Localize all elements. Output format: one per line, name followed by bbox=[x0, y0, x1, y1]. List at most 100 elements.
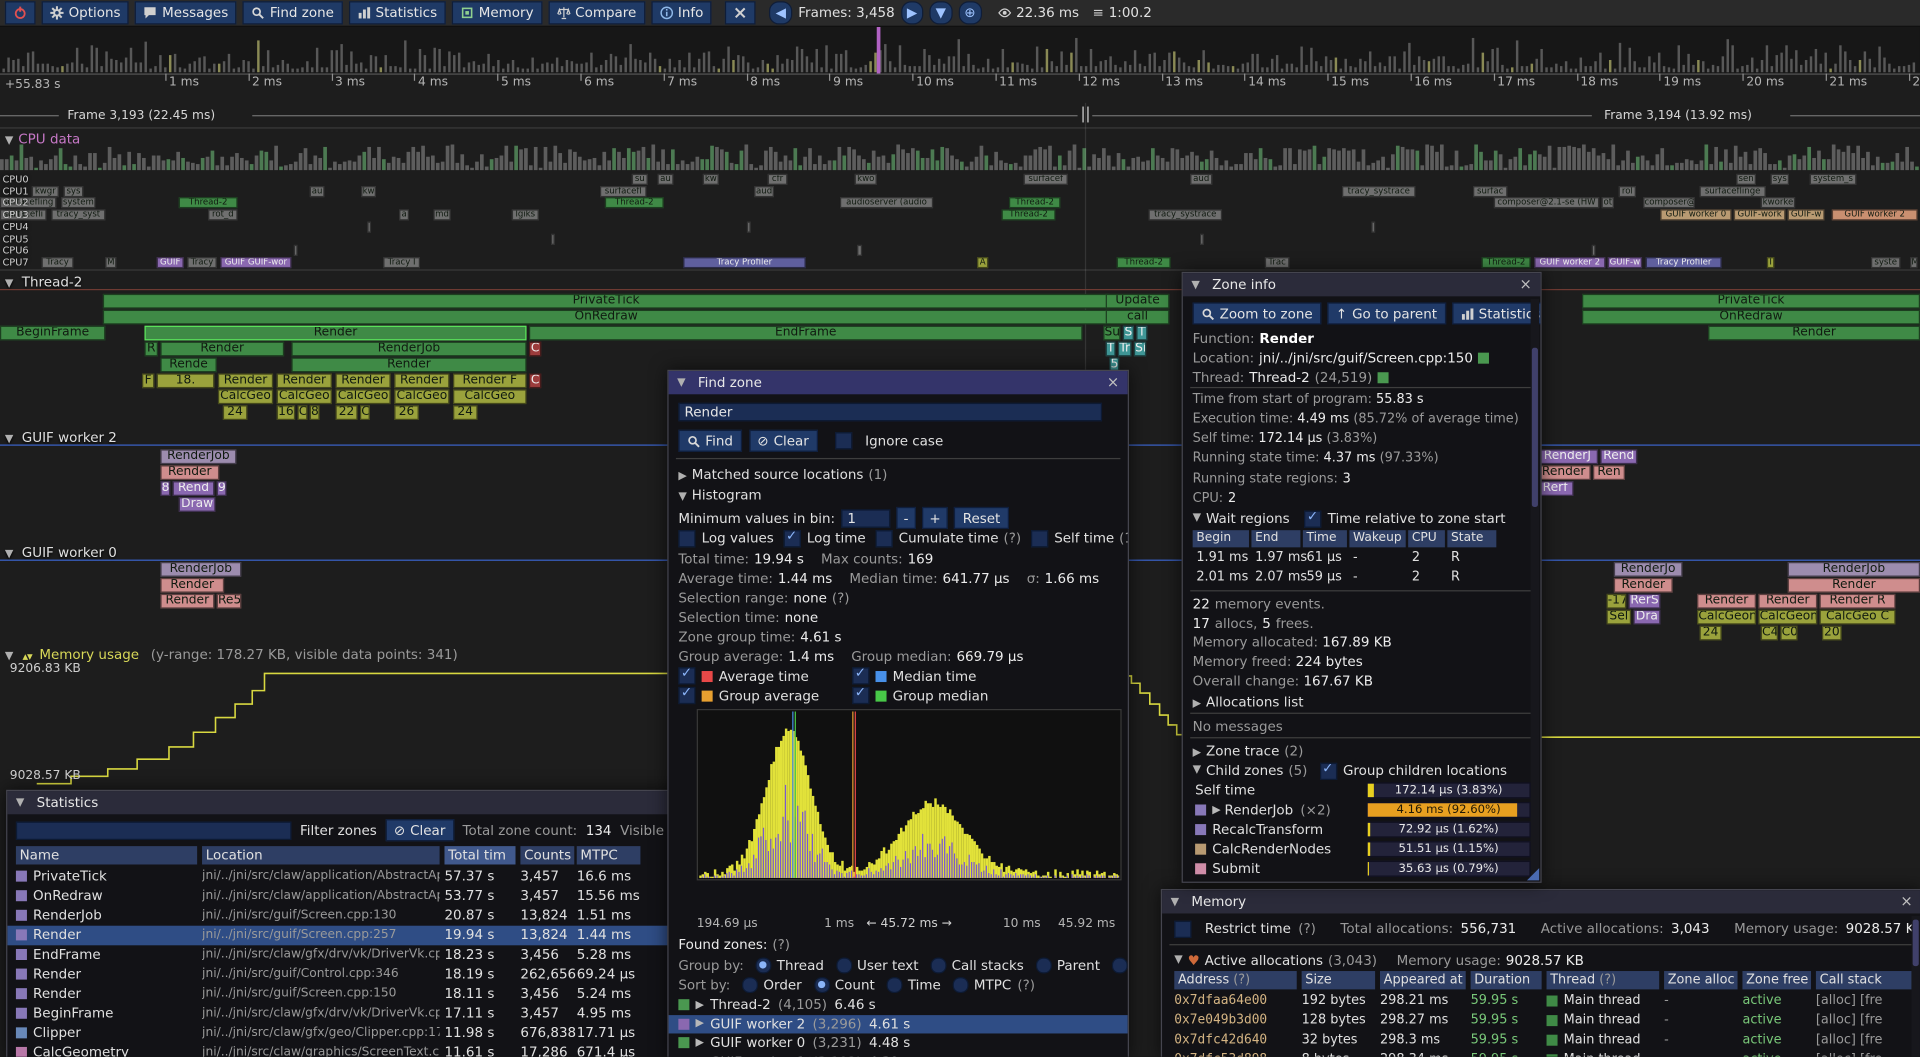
find-zone-button[interactable]: Find zone bbox=[243, 1, 343, 24]
cpu-zone[interactable]: GUIF-w bbox=[1608, 257, 1642, 268]
collapse-icon[interactable]: ▼ bbox=[5, 135, 13, 147]
timeline-zone[interactable]: CalcGeo bbox=[336, 389, 391, 404]
child-zone-row[interactable]: CalcRenderNodes51.51 μs (1.15%) bbox=[1183, 840, 1541, 860]
thread-line[interactable]: Thread:Thread-2(24,519) bbox=[1193, 369, 1395, 387]
cpu-zone[interactable]: Tracy bbox=[187, 257, 216, 268]
cpu-zone[interactable] bbox=[294, 245, 298, 256]
cpu-zone[interactable]: composer@ bbox=[1643, 197, 1694, 208]
alloc-address[interactable]: 0x7dfaa64e00 bbox=[1174, 991, 1267, 1011]
cpu-zone[interactable]: tracy_systrace bbox=[1342, 186, 1415, 197]
collapse-icon[interactable]: ▼ bbox=[678, 491, 686, 503]
cpu-zone[interactable]: lgiks bbox=[512, 209, 539, 220]
timeline-zone[interactable]: Render bbox=[291, 358, 526, 373]
timeline-zone[interactable]: Render bbox=[160, 342, 284, 357]
allocation-row[interactable]: 0x7dfaa64e00192 bytes298.21 ms59.95 sMai… bbox=[1162, 991, 1920, 1011]
histogram-section-header[interactable]: ▼Histogram bbox=[678, 486, 761, 507]
reset-button[interactable]: Reset bbox=[954, 507, 1009, 529]
info-button[interactable]: Info bbox=[651, 1, 712, 24]
child-zones-header[interactable]: ▼Child zones(5)Group children locations bbox=[1193, 762, 1507, 780]
time-ruler[interactable]: 1 ms2 ms3 ms4 ms5 ms6 ms7 ms8 ms9 ms10 m… bbox=[0, 73, 1920, 102]
timeline-zone[interactable]: 18. bbox=[157, 373, 215, 388]
allocations-list-header[interactable]: ▶Allocations list bbox=[1193, 693, 1304, 714]
child-zone-row[interactable]: RecalcTransform72.92 μs (1.62%) bbox=[1183, 820, 1541, 840]
cpu-zone[interactable]: su bbox=[632, 174, 648, 185]
timeline-zone[interactable]: RenderJo bbox=[1614, 562, 1683, 577]
find-zone-search-input[interactable] bbox=[678, 403, 1102, 421]
cpu-zone[interactable]: GUIF worker 2 bbox=[1534, 257, 1605, 268]
log-values-option[interactable]: Log values bbox=[678, 529, 773, 547]
memory-titlebar[interactable]: ▼ Memory × bbox=[1162, 890, 1920, 913]
radio-option[interactable]: Thread bbox=[756, 956, 824, 974]
timeline-zone[interactable]: CalcGeo bbox=[453, 389, 526, 404]
cpu-zone[interactable] bbox=[1592, 245, 1596, 256]
compare-button[interactable]: Compare bbox=[548, 1, 645, 24]
radio-option[interactable]: Order bbox=[743, 976, 802, 994]
cpu-zone[interactable]: kw bbox=[703, 174, 719, 185]
cpu-zone[interactable]: Thread-2 bbox=[605, 197, 664, 208]
timeline-zone[interactable]: 20 bbox=[1822, 626, 1842, 641]
timeline-zone[interactable]: RerS bbox=[1629, 594, 1661, 609]
cpu-zone[interactable]: GUIF bbox=[157, 257, 184, 268]
go-to-parent-button[interactable]: ↑Go to parent bbox=[1327, 302, 1445, 324]
alloc-appeared-at[interactable]: 298.3 ms bbox=[1380, 1030, 1440, 1050]
zoom-to-zone-button[interactable]: Zoom to zone bbox=[1193, 302, 1322, 324]
cpu-zone[interactable]: M bbox=[105, 257, 116, 268]
cpu-zone[interactable]: Tracy bbox=[42, 257, 74, 268]
restrict-time-checkbox[interactable] bbox=[1174, 920, 1191, 937]
clear-filter-button[interactable]: ⊘Clear bbox=[385, 819, 454, 841]
alloc-appeared-at[interactable]: 298.27 ms bbox=[1380, 1010, 1448, 1030]
alloc-address[interactable]: 0x7e049b3d00 bbox=[1174, 1010, 1267, 1030]
column-header[interactable]: Zone free bbox=[1742, 971, 1811, 989]
cpu-zone[interactable]: aud bbox=[1190, 174, 1212, 185]
timeline-zone[interactable]: Render F bbox=[453, 373, 526, 388]
cpu-zone[interactable]: ot bbox=[1602, 197, 1614, 208]
cpu-zone[interactable]: A bbox=[977, 257, 988, 268]
resize-grip[interactable] bbox=[1527, 868, 1539, 880]
wait-column-header[interactable]: Time bbox=[1303, 530, 1347, 547]
expand-icon[interactable]: ▶ bbox=[1193, 747, 1201, 759]
timeline-zone[interactable]: Dra bbox=[1633, 610, 1660, 625]
timeline-zone[interactable]: Rende bbox=[160, 358, 216, 373]
collapse-icon[interactable]: ▼ bbox=[5, 278, 17, 290]
timeline-zone[interactable]: Rend bbox=[173, 481, 215, 496]
cpu-zone[interactable]: surfacef bbox=[1024, 174, 1068, 185]
cpu-zone[interactable]: rot_d bbox=[208, 209, 237, 220]
cpu-zone[interactable]: sen bbox=[1736, 174, 1756, 185]
timeline-zone[interactable]: Render bbox=[277, 373, 332, 388]
column-header[interactable]: Name bbox=[16, 846, 197, 864]
active-allocations-header[interactable]: ▼ ♥ Active allocations (3,043) Memory us… bbox=[1174, 951, 1584, 969]
timeline-zone[interactable]: CalcGeome bbox=[1697, 610, 1756, 625]
frame-markers-row[interactable]: Frame 3,193 (22.45 ms) Frame 3,194 (13.9… bbox=[0, 103, 1920, 127]
timeline-zone[interactable]: RenderJob bbox=[160, 449, 236, 464]
radio-option[interactable]: Call stacks bbox=[931, 956, 1024, 974]
column-header[interactable]: Zone alloc bbox=[1664, 971, 1737, 989]
radio-option[interactable]: Time bbox=[887, 976, 941, 994]
expand-icon[interactable]: ▶ bbox=[678, 470, 686, 482]
timeline-zone[interactable]: 24 bbox=[453, 405, 477, 420]
cpu-zone[interactable]: Trac bbox=[1265, 257, 1289, 268]
cpu-zone[interactable] bbox=[1371, 222, 1375, 233]
alloc-address[interactable]: 0x7dfc53d898 bbox=[1174, 1049, 1267, 1056]
alloc-callstack[interactable]: [alloc] [fre bbox=[1816, 1030, 1883, 1050]
cpu-zone[interactable]: cfr bbox=[768, 174, 788, 185]
timeline-zone[interactable]: Draw bbox=[179, 497, 216, 512]
legend-checkbox[interactable] bbox=[678, 687, 695, 704]
cpu-zone[interactable]: a bbox=[399, 209, 409, 220]
timeline-zone[interactable]: EndFrame bbox=[529, 326, 1082, 341]
timeline-zone[interactable]: CalcGeomet bbox=[1758, 610, 1817, 625]
cpu-zone[interactable]: syste bbox=[1871, 257, 1900, 268]
wait-column-header[interactable]: CPU bbox=[1408, 530, 1445, 547]
timeline-zone[interactable]: RenderJob bbox=[291, 342, 526, 357]
radio-option[interactable]: No grouping bbox=[1112, 956, 1129, 974]
cpu-zone[interactable]: Thread-2 bbox=[1009, 197, 1060, 208]
cpu-zone[interactable]: system bbox=[61, 197, 95, 208]
child-zone-row[interactable]: ▶RenderJob(×2)4.16 ms (92.60%) bbox=[1183, 801, 1541, 821]
radio-option[interactable]: Count bbox=[814, 976, 875, 994]
timeline-zone[interactable]: 9 bbox=[217, 481, 227, 496]
timeline-zone[interactable]: 24 bbox=[1700, 626, 1722, 641]
cpu-zone[interactable]: au bbox=[310, 186, 325, 197]
scrollbar-thumb[interactable] bbox=[1913, 920, 1919, 967]
timeline-zone[interactable]: Render bbox=[160, 465, 219, 480]
column-header[interactable]: Location bbox=[202, 846, 440, 864]
cpu-zone[interactable]: tracy_systrace bbox=[1149, 209, 1222, 220]
